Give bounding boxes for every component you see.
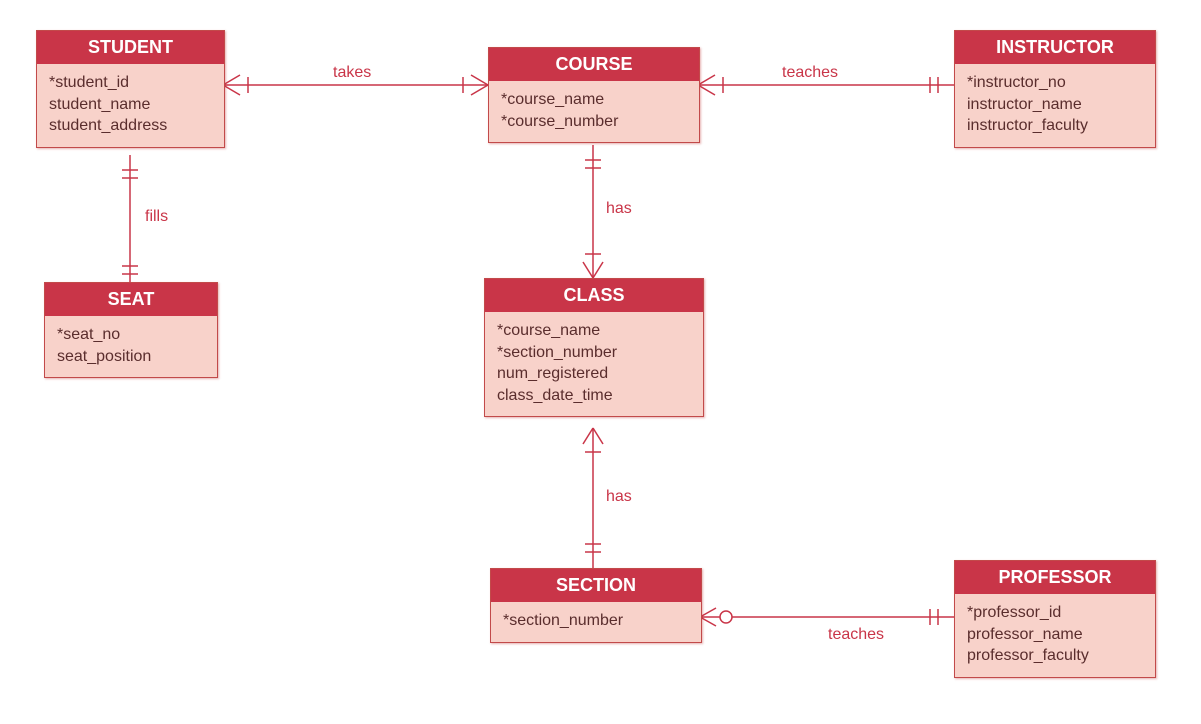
entity-class-title: CLASS xyxy=(485,279,703,312)
label-teaches1: teaches xyxy=(782,64,838,82)
attr: professor_name xyxy=(967,624,1143,646)
entity-section-title: SECTION xyxy=(491,569,701,602)
entity-student-title: STUDENT xyxy=(37,31,224,64)
attr: *course_name xyxy=(497,320,691,342)
attr: num_registered xyxy=(497,363,691,385)
entity-professor-title: PROFESSOR xyxy=(955,561,1155,594)
entity-seat-title: SEAT xyxy=(45,283,217,316)
entity-student-body: *student_id student_name student_address xyxy=(37,64,224,147)
entity-class: CLASS *course_name *section_number num_r… xyxy=(484,278,704,417)
label-has2: has xyxy=(606,488,632,506)
attr: *section_number xyxy=(497,342,691,364)
entity-class-body: *course_name *section_number num_registe… xyxy=(485,312,703,416)
attr: instructor_faculty xyxy=(967,115,1143,137)
attr: student_name xyxy=(49,94,212,116)
label-takes: takes xyxy=(333,64,371,82)
entity-instructor-body: *instructor_no instructor_name instructo… xyxy=(955,64,1155,147)
attr: *student_id xyxy=(49,72,212,94)
entity-instructor-title: INSTRUCTOR xyxy=(955,31,1155,64)
entity-section: SECTION *section_number xyxy=(490,568,702,643)
attr: instructor_name xyxy=(967,94,1143,116)
entity-instructor: INSTRUCTOR *instructor_no instructor_nam… xyxy=(954,30,1156,148)
entity-seat-body: *seat_no seat_position xyxy=(45,316,217,377)
attr: class_date_time xyxy=(497,385,691,407)
attr: student_address xyxy=(49,115,212,137)
entity-course-title: COURSE xyxy=(489,48,699,81)
attr: *course_name xyxy=(501,89,687,111)
attr: professor_faculty xyxy=(967,645,1143,667)
label-has1: has xyxy=(606,200,632,218)
entity-student: STUDENT *student_id student_name student… xyxy=(36,30,225,148)
entity-seat: SEAT *seat_no seat_position xyxy=(44,282,218,378)
rel-has-course-class-line xyxy=(583,145,603,278)
rel-has-class-section-line xyxy=(583,428,603,568)
attr: *seat_no xyxy=(57,324,205,346)
attr: *instructor_no xyxy=(967,72,1143,94)
rel-fills-line xyxy=(122,155,138,282)
attr: *professor_id xyxy=(967,602,1143,624)
entity-professor: PROFESSOR *professor_id professor_name p… xyxy=(954,560,1156,678)
rel-teaches-professor-line xyxy=(700,608,954,626)
entity-professor-body: *professor_id professor_name professor_f… xyxy=(955,594,1155,677)
attr: *section_number xyxy=(503,610,689,632)
attr: *course_number xyxy=(501,111,687,133)
attr: seat_position xyxy=(57,346,205,368)
entity-course: COURSE *course_name *course_number xyxy=(488,47,700,143)
entity-course-body: *course_name *course_number xyxy=(489,81,699,142)
label-teaches2: teaches xyxy=(828,626,884,644)
label-fills: fills xyxy=(145,208,168,226)
entity-section-body: *section_number xyxy=(491,602,701,642)
